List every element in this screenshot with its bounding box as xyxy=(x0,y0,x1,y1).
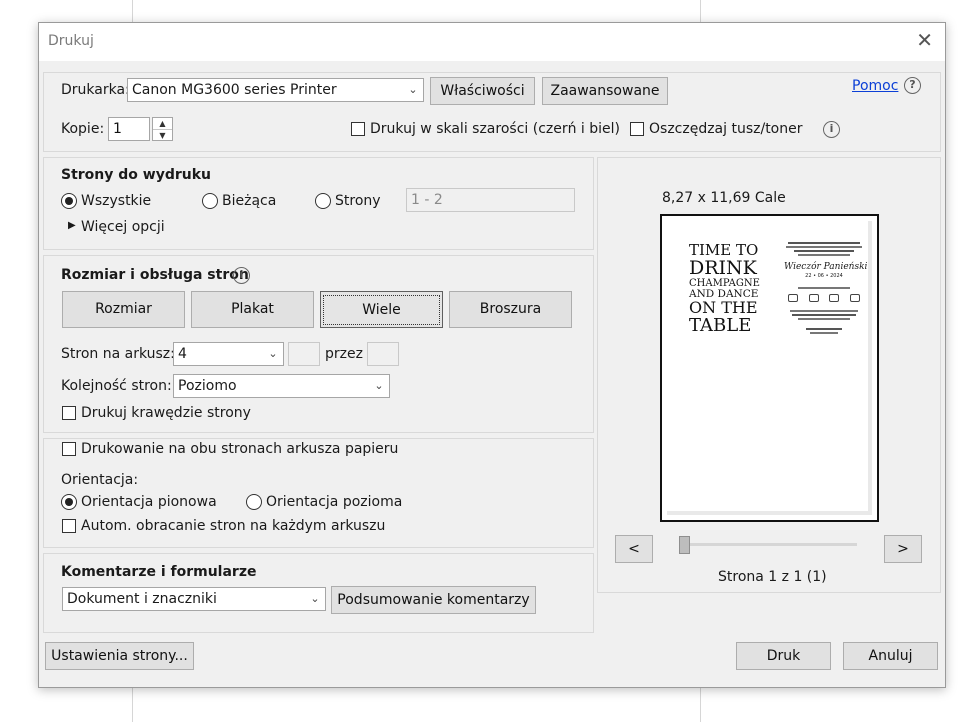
page-order-select[interactable]: Poziomo ⌄ xyxy=(173,374,390,398)
pages-per-sheet-label: Stron na arkusz: xyxy=(61,346,175,362)
expand-triangle-icon[interactable]: ▶ xyxy=(68,220,76,231)
sizing-heading: Rozmiar i obsługa stron xyxy=(61,267,249,283)
help-link[interactable]: Pomoc xyxy=(852,78,898,94)
page-info: Strona 1 z 1 (1) xyxy=(718,569,827,585)
booklet-button[interactable]: Broszura xyxy=(449,291,572,328)
title-bar: Drukuj ✕ xyxy=(39,23,945,61)
prev-page-button[interactable]: < xyxy=(615,535,653,563)
chevron-down-icon: ⌄ xyxy=(374,379,384,392)
next-page-button[interactable]: > xyxy=(884,535,922,563)
pages-heading: Strony do wydruku xyxy=(61,167,212,183)
advanced-button[interactable]: Zaawansowane xyxy=(542,77,668,105)
radio-landscape[interactable] xyxy=(246,494,262,510)
orientation-label: Orientacja: xyxy=(61,472,139,488)
duplex-checkbox[interactable] xyxy=(62,442,76,456)
comments-summary-button[interactable]: Podsumowanie komentarzy xyxy=(331,586,536,614)
more-options-link[interactable]: Więcej opcji xyxy=(81,219,165,235)
preview-line-6: TABLE xyxy=(689,315,752,336)
rows-input[interactable] xyxy=(367,342,399,366)
preview-page-1: TIME TO DRINK CHAMPAGNE AND DANCE ON THE… xyxy=(689,242,760,336)
radio-current-label: Bieżąca xyxy=(222,193,277,209)
printer-select[interactable]: Canon MG3600 series Printer ⌄ xyxy=(127,78,424,102)
comments-select-value: Dokument i znaczniki xyxy=(67,591,217,607)
paper-size-label: 8,27 x 11,69 Cale xyxy=(662,190,786,206)
page-range-placeholder: 1 - 2 xyxy=(411,192,443,208)
columns-input[interactable] xyxy=(288,342,320,366)
print-button[interactable]: Druk xyxy=(736,642,831,670)
copies-label: Kopie: xyxy=(61,121,105,137)
chevron-down-icon: ⌄ xyxy=(268,347,278,360)
dialog-title: Drukuj xyxy=(48,33,94,49)
help-question-icon[interactable]: ? xyxy=(904,77,921,94)
save-ink-checkbox[interactable] xyxy=(630,122,644,136)
copies-input[interactable]: 1 xyxy=(108,117,150,141)
preview-paper: TIME TO DRINK CHAMPAGNE AND DANCE ON THE… xyxy=(667,221,872,515)
radio-all[interactable] xyxy=(61,193,77,209)
auto-rotate-checkbox[interactable] xyxy=(62,519,76,533)
page-order-value: Poziomo xyxy=(178,378,237,394)
multiple-button[interactable]: Wiele xyxy=(320,291,443,328)
radio-portrait-label: Orientacja pionowa xyxy=(81,494,217,510)
poster-button[interactable]: Plakat xyxy=(191,291,314,328)
page-preview: TIME TO DRINK CHAMPAGNE AND DANCE ON THE… xyxy=(660,214,879,522)
page-setup-button[interactable]: Ustawienia strony... xyxy=(45,642,194,670)
auto-rotate-label: Autom. obracanie stron na każdym arkuszu xyxy=(81,518,386,534)
print-borders-checkbox[interactable] xyxy=(62,406,76,420)
radio-landscape-label: Orientacja pozioma xyxy=(266,494,403,510)
comments-select[interactable]: Dokument i znaczniki ⌄ xyxy=(62,587,326,611)
radio-current[interactable] xyxy=(202,193,218,209)
page-slider-handle[interactable] xyxy=(679,536,690,554)
preview-page-2-title: Wieczór Panieński xyxy=(784,262,868,272)
size-button[interactable]: Rozmiar xyxy=(62,291,185,328)
comments-heading: Komentarze i formularze xyxy=(61,564,257,580)
radio-pages[interactable] xyxy=(315,193,331,209)
info-icon[interactable]: i xyxy=(823,121,840,138)
radio-pages-label: Strony xyxy=(335,193,381,209)
preview-page-2: Wieczór Panieński 22 • 06 • 2024 xyxy=(784,241,868,361)
page-slider-track[interactable] xyxy=(680,543,857,546)
preview-page-2-date: 22 • 06 • 2024 xyxy=(805,273,843,279)
duplex-label: Drukowanie na obu stronach arkusza papie… xyxy=(81,441,399,457)
stepper-up-icon[interactable]: ▲ xyxy=(153,118,172,129)
pages-per-sheet-select[interactable]: 4 ⌄ xyxy=(173,342,284,366)
chevron-down-icon: ⌄ xyxy=(408,83,418,96)
printer-label: Drukarka: xyxy=(61,82,130,98)
properties-button[interactable]: Właściwości xyxy=(430,77,535,105)
pages-per-sheet-value: 4 xyxy=(178,346,187,362)
info-icon[interactable]: i xyxy=(233,267,250,284)
radio-all-label: Wszystkie xyxy=(81,193,152,209)
copies-value: 1 xyxy=(113,121,122,137)
grayscale-checkbox[interactable] xyxy=(351,122,365,136)
grayscale-label: Drukuj w skali szarości (czerń i biel) xyxy=(370,121,621,137)
copies-stepper[interactable]: ▲ ▼ xyxy=(152,117,173,141)
by-label: przez xyxy=(325,346,363,362)
stepper-down-icon[interactable]: ▼ xyxy=(153,129,172,140)
printer-select-value: Canon MG3600 series Printer xyxy=(132,82,337,98)
page-range-input[interactable]: 1 - 2 xyxy=(406,188,575,212)
page-order-label: Kolejność stron: xyxy=(61,378,172,394)
print-borders-label: Drukuj krawędzie strony xyxy=(81,405,251,421)
chevron-down-icon: ⌄ xyxy=(310,592,320,605)
radio-portrait[interactable] xyxy=(61,494,77,510)
preview-line-2: DRINK xyxy=(689,256,757,279)
cancel-button[interactable]: Anuluj xyxy=(843,642,938,670)
multiple-button-label: Wiele xyxy=(323,295,440,325)
close-icon[interactable]: ✕ xyxy=(916,30,933,50)
save-ink-label: Oszczędzaj tusz/toner xyxy=(649,121,803,137)
